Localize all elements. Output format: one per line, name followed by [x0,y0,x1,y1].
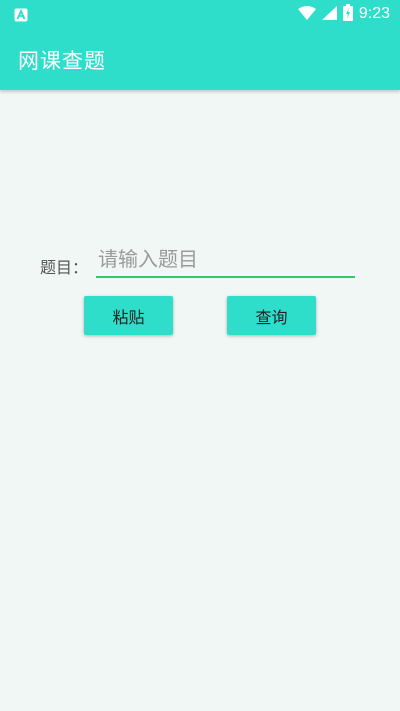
paste-button[interactable]: 粘贴 [84,296,173,335]
status-time: 9:23 [358,5,390,22]
wifi-icon [297,5,316,24]
question-form-row: 题目： [40,244,360,284]
query-button[interactable]: 查询 [227,296,316,335]
status-icons: 9:23 [297,3,390,25]
app-bar: 网课查题 [0,28,400,90]
question-input[interactable] [96,244,355,278]
question-label: 题目： [40,258,89,277]
cell-signal-icon [321,5,337,24]
status-bar: 9:23 [0,0,400,28]
battery-charging-icon [342,3,353,25]
app-notification-icon [14,7,28,22]
app-title: 网课查题 [18,49,106,73]
